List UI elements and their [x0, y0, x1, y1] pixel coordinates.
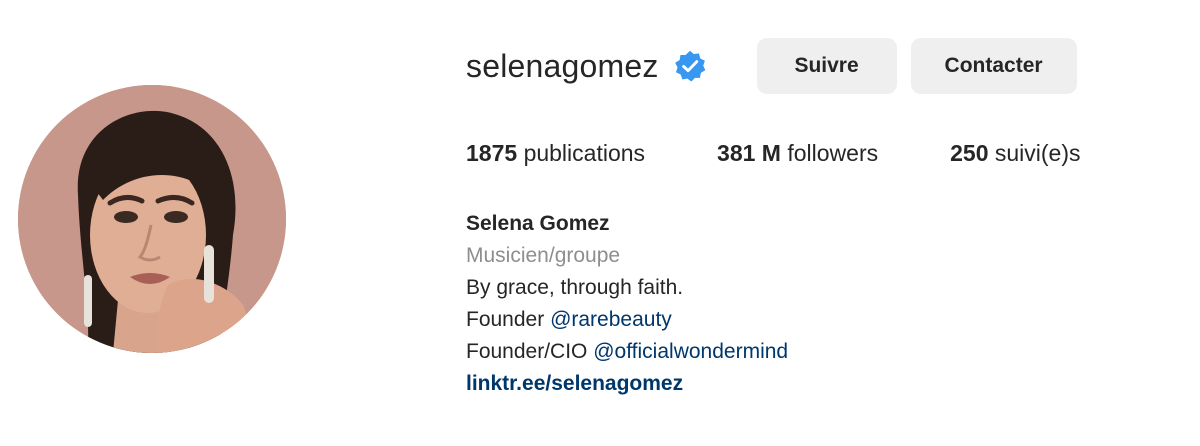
followers-stat[interactable]: 381 M followers — [717, 140, 878, 167]
bio-founder-prefix: Founder — [466, 308, 545, 331]
posts-label: publications — [523, 139, 646, 166]
contact-button[interactable]: Contacter — [910, 38, 1077, 94]
profile-bio: Selena Gomez Musicien/groupe By grace, t… — [466, 208, 1166, 400]
bio-full-name: Selena Gomez — [466, 212, 610, 235]
following-stat[interactable]: 250 suivi(e)s — [950, 140, 1080, 167]
verified-badge-icon — [674, 50, 705, 82]
profile-header: selenagomez Suivre Contacter — [466, 36, 1091, 96]
followers-label: followers — [787, 139, 879, 166]
profile-username: selenagomez — [466, 47, 659, 84]
bio-category: Musicien/groupe — [466, 244, 621, 267]
rarebeauty-mention-link[interactable]: @rarebeauty — [550, 308, 672, 331]
external-link[interactable]: linktr.ee/selenagomez — [466, 372, 683, 395]
bio-founder-cio-prefix: Founder/CIO — [466, 340, 588, 363]
posts-count: 1875 — [466, 139, 518, 166]
following-label: suivi(e)s — [994, 139, 1081, 166]
following-count: 250 — [950, 139, 989, 166]
bio-line-founder: Founder @rarebeauty — [466, 304, 1166, 336]
bio-line-tagline: By grace, through faith. — [466, 276, 684, 299]
avatar-portrait-image — [18, 85, 286, 353]
profile-avatar[interactable] — [18, 85, 286, 353]
followers-count: 381 M — [717, 139, 781, 166]
bio-line-link: linktr.ee/selenagomez — [466, 368, 1166, 400]
bio-line-founder-cio: Founder/CIO @officialwondermind — [466, 336, 1166, 368]
follow-button[interactable]: Suivre — [756, 38, 897, 94]
officialwondermind-mention-link[interactable]: @officialwondermind — [593, 340, 788, 363]
profile-stats: 1875 publications 381 M followers 250 su… — [466, 136, 1153, 170]
posts-stat[interactable]: 1875 publications — [466, 140, 645, 167]
